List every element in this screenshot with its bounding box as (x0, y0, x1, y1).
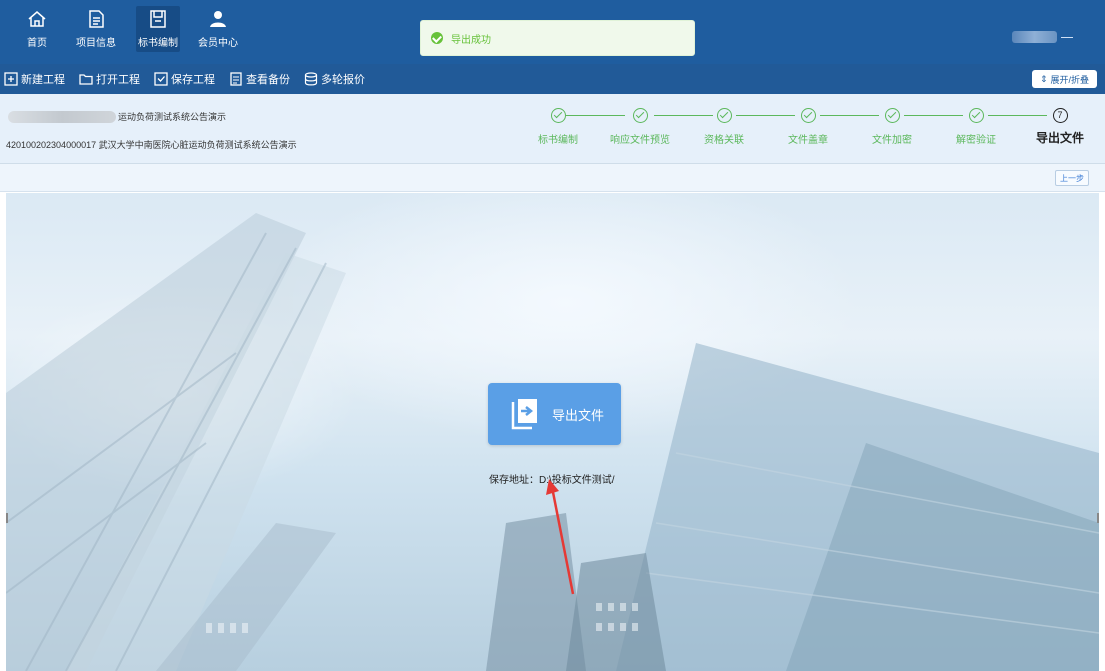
right-edge-marker (1097, 513, 1099, 523)
save-project-button[interactable]: 保存工程 (154, 71, 215, 87)
expand-arrow-icon: ⇕ (1039, 73, 1048, 84)
view-backup-label: 查看备份 (246, 74, 290, 86)
nav-project-info[interactable]: 项目信息 (74, 6, 118, 52)
step-label: 文件加密 (872, 135, 912, 146)
step-response-preview[interactable]: 响应文件预览 (602, 108, 678, 146)
step-label: 导出文件 (1035, 131, 1084, 145)
expand-collapse-label: 展开/折叠 (1050, 74, 1089, 85)
open-project-button[interactable]: 打开工程 (79, 71, 140, 87)
new-project-icon (4, 72, 18, 86)
expand-collapse-button[interactable]: ⇕ 展开/折叠 (1031, 70, 1097, 88)
backup-icon (230, 72, 242, 86)
multi-round-quote-button[interactable]: 多轮报价 (304, 71, 365, 87)
check-circle-icon (550, 108, 566, 123)
previous-step-button[interactable]: 上一步 (1055, 170, 1089, 186)
save-book-icon (150, 10, 166, 28)
step-number-circle: 7 (1052, 108, 1068, 123)
export-document-icon (511, 399, 537, 430)
success-check-icon (431, 32, 443, 44)
user-icon (210, 11, 226, 27)
step-bid-compile[interactable]: 标书编制 (520, 108, 596, 146)
view-backup-button[interactable]: 查看备份 (229, 71, 290, 87)
project-name-redacted (8, 110, 116, 123)
project-name: 运动负荷测试系统公告演示 (8, 110, 226, 123)
step-label: 文件盖章 (788, 135, 828, 146)
nav-home-label: 首页 (27, 38, 47, 49)
user-name-redacted (1012, 31, 1057, 43)
open-project-label: 打开工程 (96, 74, 140, 86)
progress-steps: 标书编制 响应文件预览 资格关联 文件盖章 文件加密 解密验证 7 导出文件 (520, 108, 1095, 152)
step-file-encrypt[interactable]: 文件加密 (854, 108, 930, 146)
success-toast: 导出成功 (420, 20, 695, 56)
step-file-stamp[interactable]: 文件盖章 (770, 108, 846, 146)
nav-bid-compile[interactable]: 标书编制 (136, 6, 180, 52)
action-bar: 上一步 (0, 164, 1105, 192)
step-decrypt-verify[interactable]: 解密验证 (938, 108, 1014, 146)
chevron-down-icon (1061, 36, 1073, 38)
export-file-label: 导出文件 (552, 407, 605, 423)
database-icon (304, 72, 318, 86)
check-circle-icon (800, 108, 816, 123)
nav-bid-compile-label: 标书编制 (138, 38, 178, 49)
step-export-file[interactable]: 7 导出文件 (1022, 108, 1098, 146)
folder-icon (79, 74, 93, 85)
save-project-label: 保存工程 (171, 74, 215, 86)
save-icon (154, 72, 168, 86)
home-icon (28, 11, 46, 27)
toast-message: 导出成功 (451, 34, 491, 46)
project-name-suffix: 运动负荷测试系统公告演示 (118, 112, 227, 122)
step-label: 资格关联 (704, 135, 744, 146)
nav-home[interactable]: 首页 (15, 6, 59, 52)
multi-round-quote-label: 多轮报价 (321, 74, 365, 86)
project-code-line: 420100202304000017 武汉大学中南医院心脏运动负荷测试系统公告演… (6, 140, 297, 150)
left-edge-marker (6, 513, 8, 523)
nav-project-info-label: 项目信息 (76, 38, 116, 49)
check-circle-icon (884, 108, 900, 123)
step-label: 响应文件预览 (610, 135, 670, 146)
toolbar: 新建工程 打开工程 保存工程 查看备份 多轮报价 ⇕ 展开/折叠 (0, 64, 1105, 94)
new-project-button[interactable]: 新建工程 (4, 71, 65, 87)
step-label: 解密验证 (956, 135, 996, 146)
nav-member-center-label: 会员中心 (198, 38, 238, 49)
check-circle-icon (716, 108, 732, 123)
step-qualification-link[interactable]: 资格关联 (686, 108, 762, 146)
export-file-button[interactable]: 导出文件 (488, 383, 621, 445)
export-panel: 导出文件 保存地址：D:\投标文件测试/ (6, 193, 1099, 671)
user-menu[interactable] (1012, 30, 1082, 44)
document-icon (89, 10, 104, 28)
step-label: 标书编制 (538, 135, 578, 146)
step-number: 7 (1057, 110, 1063, 120)
project-info-bar: 运动负荷测试系统公告演示 420100202304000017 武汉大学中南医院… (0, 94, 1105, 164)
top-navigation: 首页 项目信息 标书编制 会员中心 导出成功 (0, 0, 1105, 64)
check-circle-icon (632, 108, 648, 123)
check-circle-icon (968, 108, 984, 123)
new-project-label: 新建工程 (21, 74, 65, 86)
nav-member-center[interactable]: 会员中心 (196, 6, 240, 52)
red-arrow-annotation (546, 479, 575, 595)
